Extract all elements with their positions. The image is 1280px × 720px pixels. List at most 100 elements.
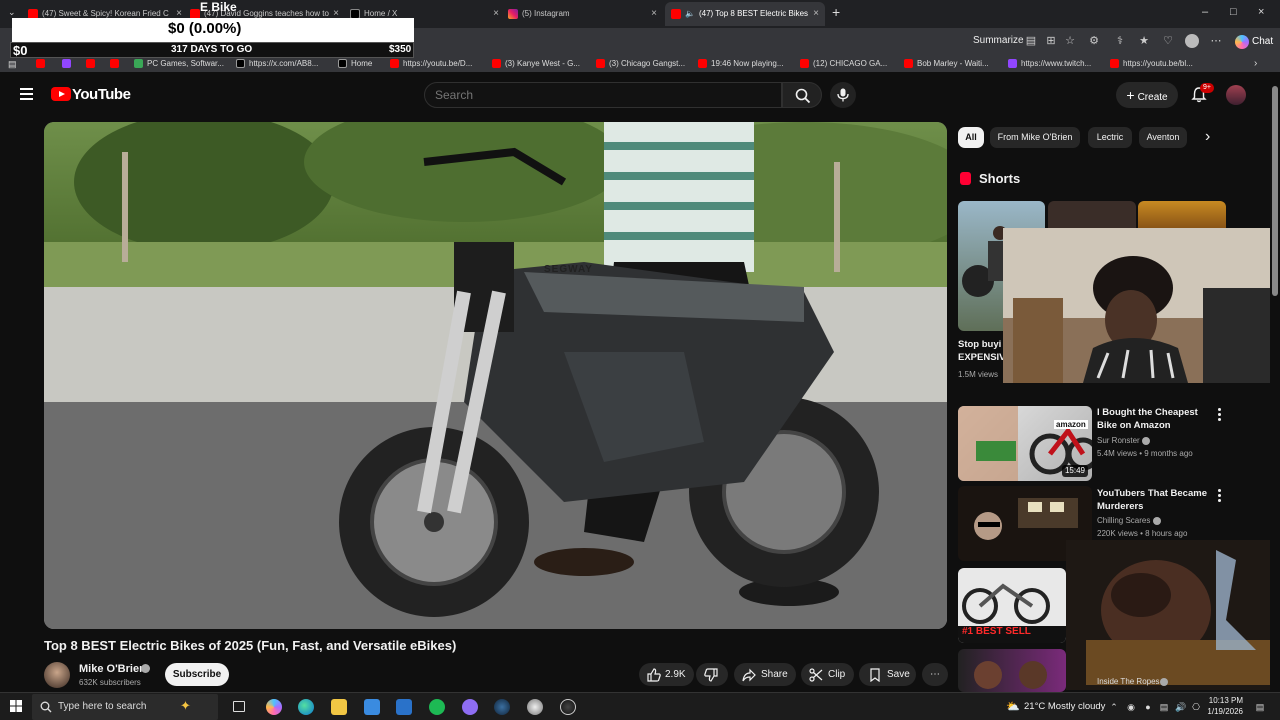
microphone-tray-icon[interactable]: ● <box>1143 702 1153 712</box>
share-label: Share <box>761 669 788 680</box>
video-channel[interactable]: Sur Ronster <box>1097 436 1140 445</box>
heart-icon[interactable]: ♡ <box>1161 34 1175 48</box>
bookmark-item[interactable]: (3) Chicago Gangst... <box>596 57 685 71</box>
subscribe-button[interactable]: Subscribe <box>165 663 229 686</box>
browser-tab-5-active[interactable]: 🔈 (47) Top 8 BEST Electric Bikes × <box>665 2 825 26</box>
photos-app-icon[interactable] <box>396 699 412 715</box>
account-avatar[interactable] <box>1226 85 1246 105</box>
minimize-icon[interactable]: – <box>1202 6 1208 18</box>
edge-browser-icon[interactable] <box>298 699 314 715</box>
bookmark-item[interactable]: Bob Marley - Waiti... <box>904 57 989 71</box>
weather-cloud-icon[interactable]: ⛅ <box>1006 702 1020 713</box>
page-scrollbar-thumb[interactable] <box>1272 86 1278 296</box>
close-window-icon[interactable]: × <box>1258 6 1264 18</box>
bookmark-item[interactable]: (12) CHICAGO GA... <box>800 57 887 71</box>
bookmark-item[interactable]: Home <box>338 57 372 71</box>
video-thumbnail[interactable]: amazon 15:49 <box>958 406 1092 481</box>
taskbar-search-placeholder: Type here to search <box>58 701 147 712</box>
microsoft-store-icon[interactable] <box>364 699 380 715</box>
maximize-icon[interactable]: □ <box>1230 6 1237 18</box>
create-button[interactable]: + Create <box>1116 82 1178 108</box>
tray-overflow-chevron-icon[interactable]: ⌃ <box>1109 702 1119 712</box>
video-thumbnail[interactable] <box>958 649 1066 692</box>
taskbar-search-box[interactable]: Type here to search ✦ <box>32 694 218 720</box>
browser-extension-icon[interactable]: ⚕ <box>1113 34 1127 48</box>
webcam-feed-image <box>1066 540 1280 690</box>
bookmark-item[interactable] <box>110 57 123 71</box>
video-player[interactable]: SEGWAY <box>44 122 947 629</box>
search-button[interactable] <box>782 82 822 108</box>
video-options-kebab-icon[interactable] <box>1218 489 1221 504</box>
bookmark-item[interactable]: https://x.com/AB8... <box>236 57 318 71</box>
discord-like-app-icon[interactable] <box>462 699 478 715</box>
video-options-kebab-icon[interactable] <box>1218 408 1221 423</box>
network-tray-icon[interactable]: ▤ <box>1159 702 1169 712</box>
bookmark-item[interactable]: https://www.twitch... <box>1008 57 1091 71</box>
chip-lectric[interactable]: Lectric <box>1088 127 1132 148</box>
bookmark-item[interactable]: (3) Kanye West - G... <box>492 57 580 71</box>
bookmark-item[interactable] <box>36 57 49 71</box>
browser-tab-4[interactable]: (5) Instagram × <box>508 2 663 26</box>
video-channel[interactable]: Chilling Scares <box>1097 516 1150 525</box>
hamburger-menu-icon[interactable] <box>20 88 33 100</box>
chips-next-chevron-icon[interactable]: › <box>1205 128 1210 146</box>
notification-center-icon[interactable]: ▤ <box>1255 702 1265 712</box>
app-tray-icon[interactable]: ◉ <box>1126 702 1136 712</box>
bookmark-item[interactable]: PC Games, Softwar... <box>134 57 224 71</box>
favorite-star-icon[interactable]: ☆ <box>1063 34 1077 48</box>
voice-search-button[interactable] <box>830 82 856 108</box>
steam-icon[interactable] <box>494 699 510 715</box>
summarize-button[interactable]: Summarize <box>973 35 1024 46</box>
bookmark-item[interactable]: https://youtu.be/D... <box>390 57 472 71</box>
save-button[interactable]: Save <box>859 663 916 686</box>
more-menu-icon[interactable]: ⋯ <box>1209 34 1223 48</box>
copilot-taskbar-icon[interactable] <box>266 699 282 715</box>
recommendation-channel[interactable]: Inside The Ropes <box>1097 677 1160 686</box>
x-favicon-icon <box>338 59 347 69</box>
video-title[interactable]: YouTubers That Became Murderers <box>1097 487 1217 513</box>
clock-time[interactable]: 10:13 PM <box>1205 696 1243 705</box>
obs-studio-icon[interactable] <box>560 699 576 715</box>
speaker-icon[interactable]: 🔈 <box>685 9 695 18</box>
network-status-icon[interactable]: ⎔ <box>1191 702 1201 712</box>
clock-date[interactable]: 1/19/2026 <box>1201 707 1243 716</box>
spotify-icon[interactable] <box>429 699 445 715</box>
favorites-icon[interactable]: ★ <box>1137 34 1151 48</box>
clip-button[interactable]: Clip <box>801 663 854 686</box>
chip-all[interactable]: All <box>958 127 984 148</box>
youtube-header: YouTube +Create 9+ <box>0 76 1270 114</box>
channel-avatar[interactable] <box>44 662 70 688</box>
close-icon[interactable]: × <box>810 2 819 26</box>
bookmark-item[interactable] <box>86 57 99 71</box>
video-title[interactable]: I Bought the Cheapest Bike on Amazon <box>1097 406 1217 432</box>
share-button[interactable]: Share <box>734 663 796 686</box>
extensions-icon[interactable]: ⚙ <box>1087 34 1101 48</box>
chip-aventon[interactable]: Aventon <box>1139 127 1187 148</box>
grid-icon[interactable]: ⊞ <box>1044 34 1058 48</box>
bookmarks-overflow-chevron-icon[interactable]: › <box>1254 57 1257 71</box>
weather-status[interactable]: 21°C Mostly cloudy <box>1024 701 1105 712</box>
file-explorer-icon[interactable] <box>331 699 347 715</box>
like-button[interactable]: 2.9K <box>639 663 694 686</box>
search-input[interactable] <box>424 82 782 108</box>
profile-icon[interactable] <box>1185 34 1199 48</box>
task-view-icon[interactable] <box>233 701 245 712</box>
windows-start-icon[interactable] <box>10 700 22 712</box>
video-thumbnail[interactable]: #1 BEST SELL <box>958 568 1066 643</box>
new-tab-plus-icon[interactable]: + <box>832 4 840 20</box>
disc-app-icon[interactable] <box>527 699 543 715</box>
channel-name[interactable]: Mike O'Brien <box>79 663 146 675</box>
chip-from-channel[interactable]: From Mike O'Brien <box>990 127 1080 148</box>
close-icon[interactable]: × <box>493 2 499 26</box>
summarize-icon: ▤ <box>1025 35 1037 47</box>
bookmark-item[interactable] <box>62 57 75 71</box>
bookmark-item[interactable]: 19:46 Now playing... <box>698 57 784 71</box>
close-icon[interactable]: × <box>651 2 657 26</box>
bookmark-item[interactable]: https://youtu.be/bl... <box>1110 57 1193 71</box>
short-title[interactable]: Stop buyi EXPENSIV <box>958 338 1004 366</box>
copilot-chat-button[interactable]: Chat <box>1232 32 1279 52</box>
more-actions-button[interactable]: ⋯ <box>922 663 948 686</box>
bookmark-folder-icon[interactable]: ▤ <box>8 57 17 71</box>
dislike-button[interactable] <box>696 663 728 686</box>
volume-tray-icon[interactable]: 🔊 <box>1175 702 1186 712</box>
